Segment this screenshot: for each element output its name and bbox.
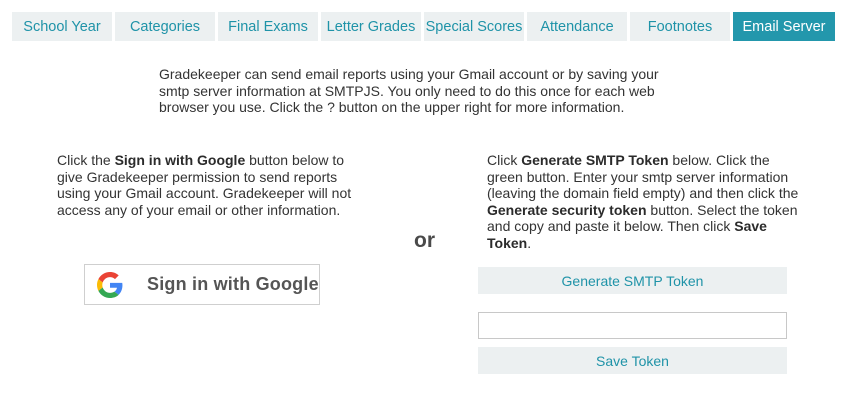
smtp-token-input[interactable] <box>478 312 787 339</box>
intro-text: Gradekeeper can send email reports using… <box>159 66 659 115</box>
gmail-instructions: Click the Sign in with Google button bel… <box>57 152 362 218</box>
sign-in-with-google-button[interactable]: Sign in with Google <box>84 264 320 305</box>
tab-footnotes[interactable]: Footnotes <box>630 12 730 41</box>
tab-bar: School Year Categories Final Exams Lette… <box>12 12 835 41</box>
tab-attendance[interactable]: Attendance <box>527 12 627 41</box>
tab-letter-grades[interactable]: Letter Grades <box>321 12 421 41</box>
tab-final-exams[interactable]: Final Exams <box>218 12 318 41</box>
gmail-instructions-bold-1: Sign in with Google <box>114 152 246 168</box>
save-token-button[interactable]: Save Token <box>478 347 787 374</box>
smtp-instructions-bold-2: Generate security token <box>487 201 647 218</box>
tab-special-scores[interactable]: Special Scores <box>424 12 524 41</box>
smtp-instructions-part-1: Click <box>487 152 522 168</box>
generate-smtp-token-button[interactable]: Generate SMTP Token <box>478 267 787 294</box>
gmail-instructions-part-1: Click the <box>57 152 115 168</box>
or-divider-label: or <box>414 229 435 252</box>
google-g-icon <box>97 271 123 298</box>
google-button-label: Sign in with Google <box>147 274 319 294</box>
tab-categories[interactable]: Categories <box>115 12 215 41</box>
smtp-instructions-bold-1: Generate SMTP Token <box>521 152 669 168</box>
smtp-instructions-part-4: . <box>527 234 532 251</box>
tab-email-server[interactable]: Email Server <box>733 12 835 41</box>
smtp-instructions: Click Generate SMTP Token below. Click t… <box>487 152 807 251</box>
tab-school-year[interactable]: School Year <box>12 12 112 41</box>
